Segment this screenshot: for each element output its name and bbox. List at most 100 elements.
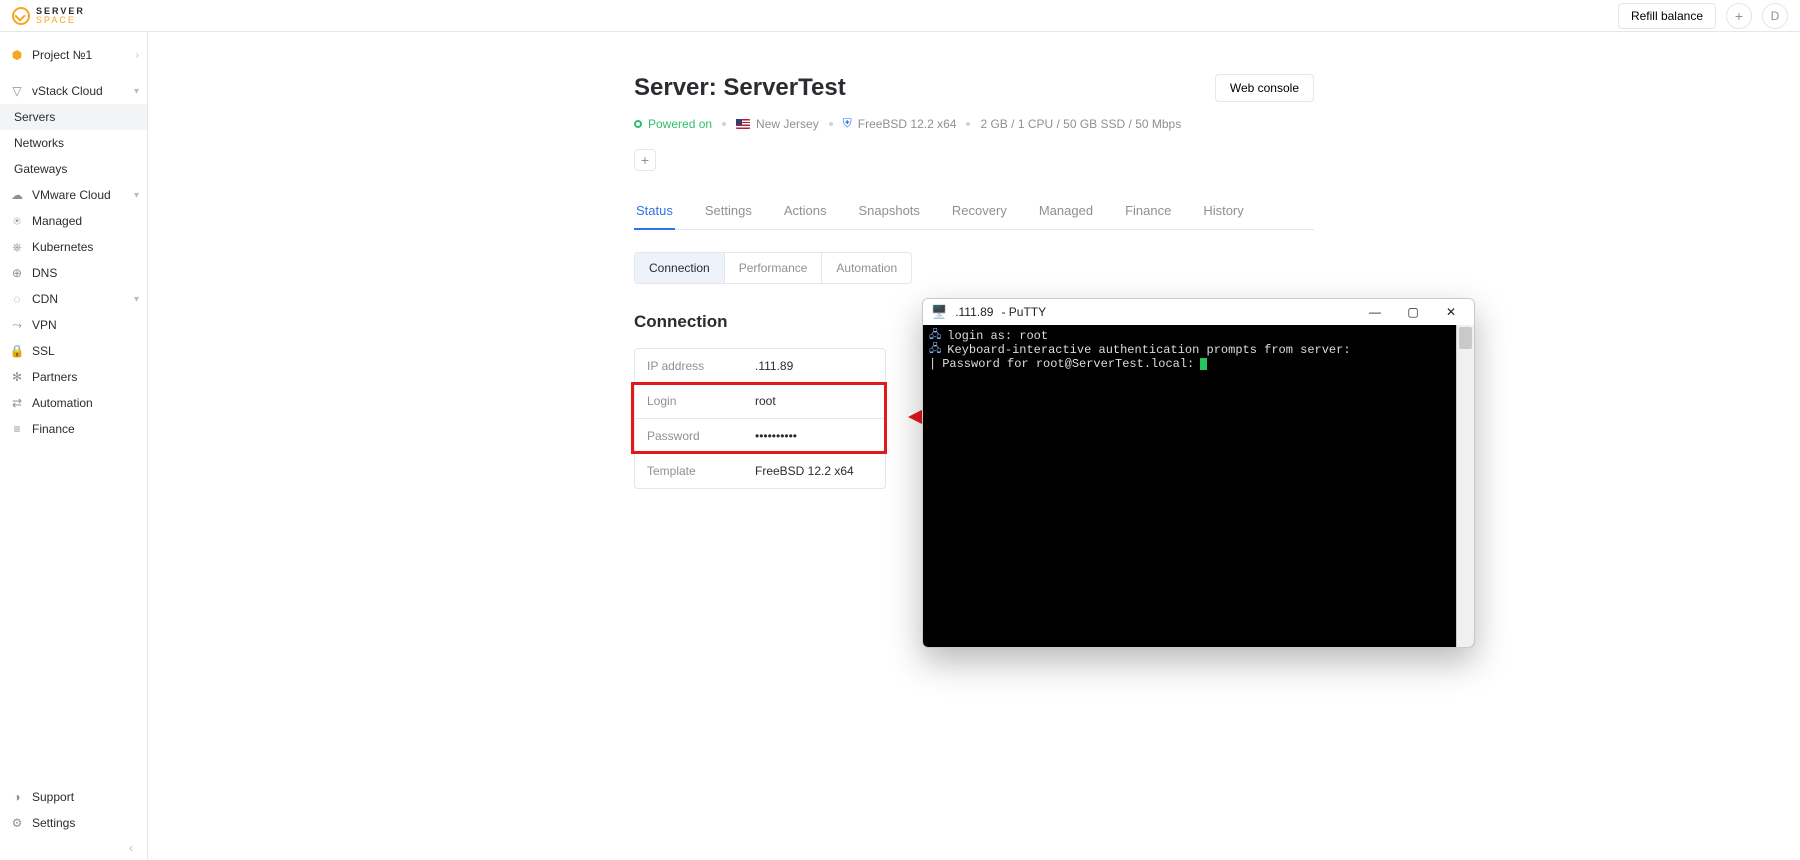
maximize-button[interactable]: ▢ [1398,299,1428,325]
support-icon: ◑ [10,790,24,804]
connection-table: IP address .111.89 Login root Password •… [634,348,886,489]
flag-us-icon [736,119,750,129]
sidebar-item-managed[interactable]: ⍟ Managed [0,208,147,234]
putty-titlebar[interactable]: 🖥️ .111.89 - PuTTY — ▢ ✕ [923,299,1474,325]
sidebar-item-label: SSL [32,344,55,358]
tab-history[interactable]: History [1201,193,1245,230]
connection-value-password[interactable]: •••••••••• [747,419,885,453]
connection-value-template: FreeBSD 12.2 x64 [747,454,885,488]
finance-icon: ≡ [10,422,24,436]
avatar[interactable]: D [1762,3,1788,29]
putty-terminal[interactable]: 🖧 login as: root 🖧 Keyboard-interactive … [923,325,1474,647]
sidebar-item-vstack[interactable]: ▽ vStack Cloud ▾ [0,78,147,104]
server-specs: 2 GB / 1 CPU / 50 GB SSD / 50 Mbps [980,117,1181,131]
connection-row-template: Template FreeBSD 12.2 x64 [635,454,885,488]
sidebar-item-vmware[interactable]: ☁ VMware Cloud ▾ [0,182,147,208]
connection-label: Template [635,454,747,488]
dns-icon: ⊕ [10,266,24,280]
sidebar-item-label: VPN [32,318,57,332]
sidebar-item-finance[interactable]: ≡ Finance [0,416,147,442]
add-button[interactable]: + [1726,3,1752,29]
sidebar-item-partners[interactable]: ✻ Partners [0,364,147,390]
sidebar-item-settings[interactable]: ⚙ Settings [0,810,147,836]
hexagon-icon: ⬢ [10,48,24,62]
tab-snapshots[interactable]: Snapshots [856,193,921,230]
tab-actions[interactable]: Actions [782,193,829,230]
sidebar-item-kubernetes[interactable]: ⎈ Kubernetes [0,234,147,260]
managed-icon: ⍟ [10,214,24,228]
sidebar-item-label: DNS [32,266,57,280]
sidebar-item-networks[interactable]: Networks [0,130,147,156]
sidebar-item-vpn[interactable]: ⤳ VPN [0,312,147,338]
subtab-automation[interactable]: Automation [822,253,911,283]
add-tag-button[interactable]: + [634,149,656,171]
web-console-button[interactable]: Web console [1215,74,1314,102]
putty-app-icon: 🖥️ [931,304,947,320]
sidebar-item-servers[interactable]: Servers [0,104,147,130]
terminal-line-prefix: | [929,357,936,371]
subtab-connection[interactable]: Connection [635,253,725,283]
close-button[interactable]: ✕ [1436,299,1466,325]
sidebar-item-automation[interactable]: ⇄ Automation [0,390,147,416]
separator-dot [722,122,726,126]
terminal-cursor [1200,358,1207,370]
terminal-line: Password for root@ServerTest.local: [942,357,1194,371]
putty-window[interactable]: 🖥️ .111.89 - PuTTY — ▢ ✕ 🖧 login as: roo… [922,298,1475,648]
terminal-line: Keyboard-interactive authentication prom… [947,343,1350,357]
cloud-icon: ☁ [10,188,24,202]
stack-icon: ▽ [10,84,24,98]
sidebar-item-cdn[interactable]: ◌ CDN ▾ [0,286,147,312]
logo[interactable]: SERVERSPACE [12,7,85,25]
gear-icon: ⚙ [10,816,24,830]
sidebar-item-label: Kubernetes [32,240,93,254]
sidebar-item-label: Support [32,790,74,804]
refill-balance-button[interactable]: Refill balance [1618,3,1716,29]
putty-title-ip: .111.89 [955,305,993,319]
sidebar-item-label: VMware Cloud [32,188,111,202]
shield-icon: ⛨ [843,116,852,131]
sidebar-item-label: Servers [14,110,55,124]
server-os: FreeBSD 12.2 x64 [858,117,957,131]
logo-text: SERVERSPACE [36,7,85,25]
connection-label: Password [635,419,747,453]
separator-dot [966,122,970,126]
main: Server: ServerTest Powered on New Jersey [148,32,1800,860]
connection-row-password: Password •••••••••• [635,419,885,454]
sidebar-collapse-button[interactable]: ‹ [0,836,147,860]
connection-value-login[interactable]: root [747,384,885,418]
tab-recovery[interactable]: Recovery [950,193,1009,230]
putty-title-app: - PuTTY [1001,305,1046,319]
server-location: New Jersey [756,117,819,131]
sidebar: ⬢ Project №1 › ▽ vStack Cloud ▾ Servers … [0,32,148,860]
sidebar-item-label: Automation [32,396,93,410]
sidebar-item-gateways[interactable]: Gateways [0,156,147,182]
power-state: Powered on [634,117,712,131]
subtab-performance[interactable]: Performance [725,253,823,283]
connection-row-ip: IP address .111.89 [635,349,885,384]
tab-finance[interactable]: Finance [1123,193,1173,230]
connection-label: IP address [635,349,747,383]
sidebar-item-support[interactable]: ◑ Support [0,784,147,810]
partners-icon: ✻ [10,370,24,384]
sidebar-item-project[interactable]: ⬢ Project №1 › [0,42,147,68]
tab-status[interactable]: Status [634,193,675,230]
tab-settings[interactable]: Settings [703,193,754,230]
chevron-down-icon: ▾ [134,294,139,305]
terminal-line: login as: root [947,329,1048,343]
sidebar-item-ssl[interactable]: 🔒 SSL [0,338,147,364]
scrollbar-thumb[interactable] [1459,327,1472,349]
lock-icon: 🔒 [10,344,24,358]
page-title: Server: ServerTest [634,74,1181,102]
tab-managed[interactable]: Managed [1037,193,1095,230]
terminal-prompt-icon: 🖧 [929,343,941,357]
minimize-button[interactable]: — [1360,299,1390,325]
server-tabs: Status Settings Actions Snapshots Recove… [634,193,1314,230]
sidebar-item-dns[interactable]: ⊕ DNS [0,260,147,286]
chevron-right-icon: › [136,50,139,61]
connection-value-ip[interactable]: .111.89 [747,349,885,383]
sidebar-item-label: CDN [32,292,58,306]
separator-dot [829,122,833,126]
sidebar-item-label: Settings [32,816,75,830]
chevron-down-icon: ▾ [134,86,139,97]
putty-scrollbar[interactable] [1456,325,1474,647]
